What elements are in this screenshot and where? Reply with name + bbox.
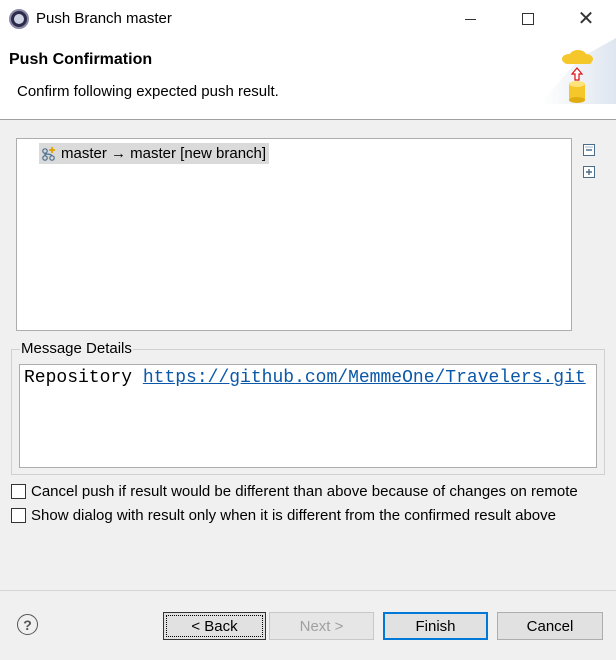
maximize-button[interactable] [499, 0, 557, 38]
tree-item-label: master → master [new branch] [61, 145, 267, 162]
cancel-button[interactable]: Cancel [497, 612, 603, 640]
wizard-banner: Push Confirmation Confirm following expe… [0, 38, 616, 120]
back-button[interactable]: < Back [163, 612, 266, 640]
eclipse-app-icon [9, 9, 29, 29]
collapse-all-icon[interactable] [582, 143, 596, 157]
title-bar: Push Branch master ✕ [0, 0, 616, 38]
finish-button[interactable]: Finish [383, 612, 488, 640]
close-button[interactable]: ✕ [557, 0, 615, 38]
push-to-cloud-icon [540, 38, 616, 104]
next-button[interactable]: Next > [269, 612, 374, 640]
repository-label: Repository [24, 368, 133, 388]
page-title: Push Confirmation [9, 51, 153, 68]
minimize-icon [464, 18, 476, 20]
repository-url-link[interactable]: https://github.com/MemmeOne/Travelers.gi… [143, 368, 586, 388]
cancel-push-label: Cancel push if result would be different… [31, 483, 578, 500]
expand-all-icon[interactable] [582, 165, 596, 179]
footer-separator [0, 590, 616, 591]
show-result-label: Show dialog with result only when it is … [31, 507, 556, 524]
close-icon: ✕ [577, 8, 595, 30]
message-details-text[interactable]: Repository https://github.com/MemmeOne/T… [19, 364, 597, 468]
cancel-push-checkbox[interactable] [11, 484, 26, 499]
help-icon: ? [23, 616, 32, 633]
cancel-push-option[interactable]: Cancel push if result would be different… [11, 483, 578, 500]
new-branch-icon [42, 146, 55, 161]
push-result-tree[interactable]: master → master [new branch] [16, 138, 572, 331]
message-details-legend: Message Details [20, 340, 133, 357]
maximize-icon [522, 13, 534, 25]
message-line: Repository https://github.com/MemmeOne/T… [24, 368, 586, 388]
page-description: Confirm following expected push result. [17, 83, 279, 100]
minimize-button[interactable] [441, 0, 499, 38]
push-branch-dialog: Push Branch master ✕ Push Confirmation C… [0, 0, 616, 660]
help-button[interactable]: ? [17, 614, 38, 635]
show-result-option[interactable]: Show dialog with result only when it is … [11, 507, 556, 524]
show-result-checkbox[interactable] [11, 508, 26, 523]
tree-item[interactable]: master → master [new branch] [39, 143, 270, 164]
window-title: Push Branch master [36, 10, 172, 27]
